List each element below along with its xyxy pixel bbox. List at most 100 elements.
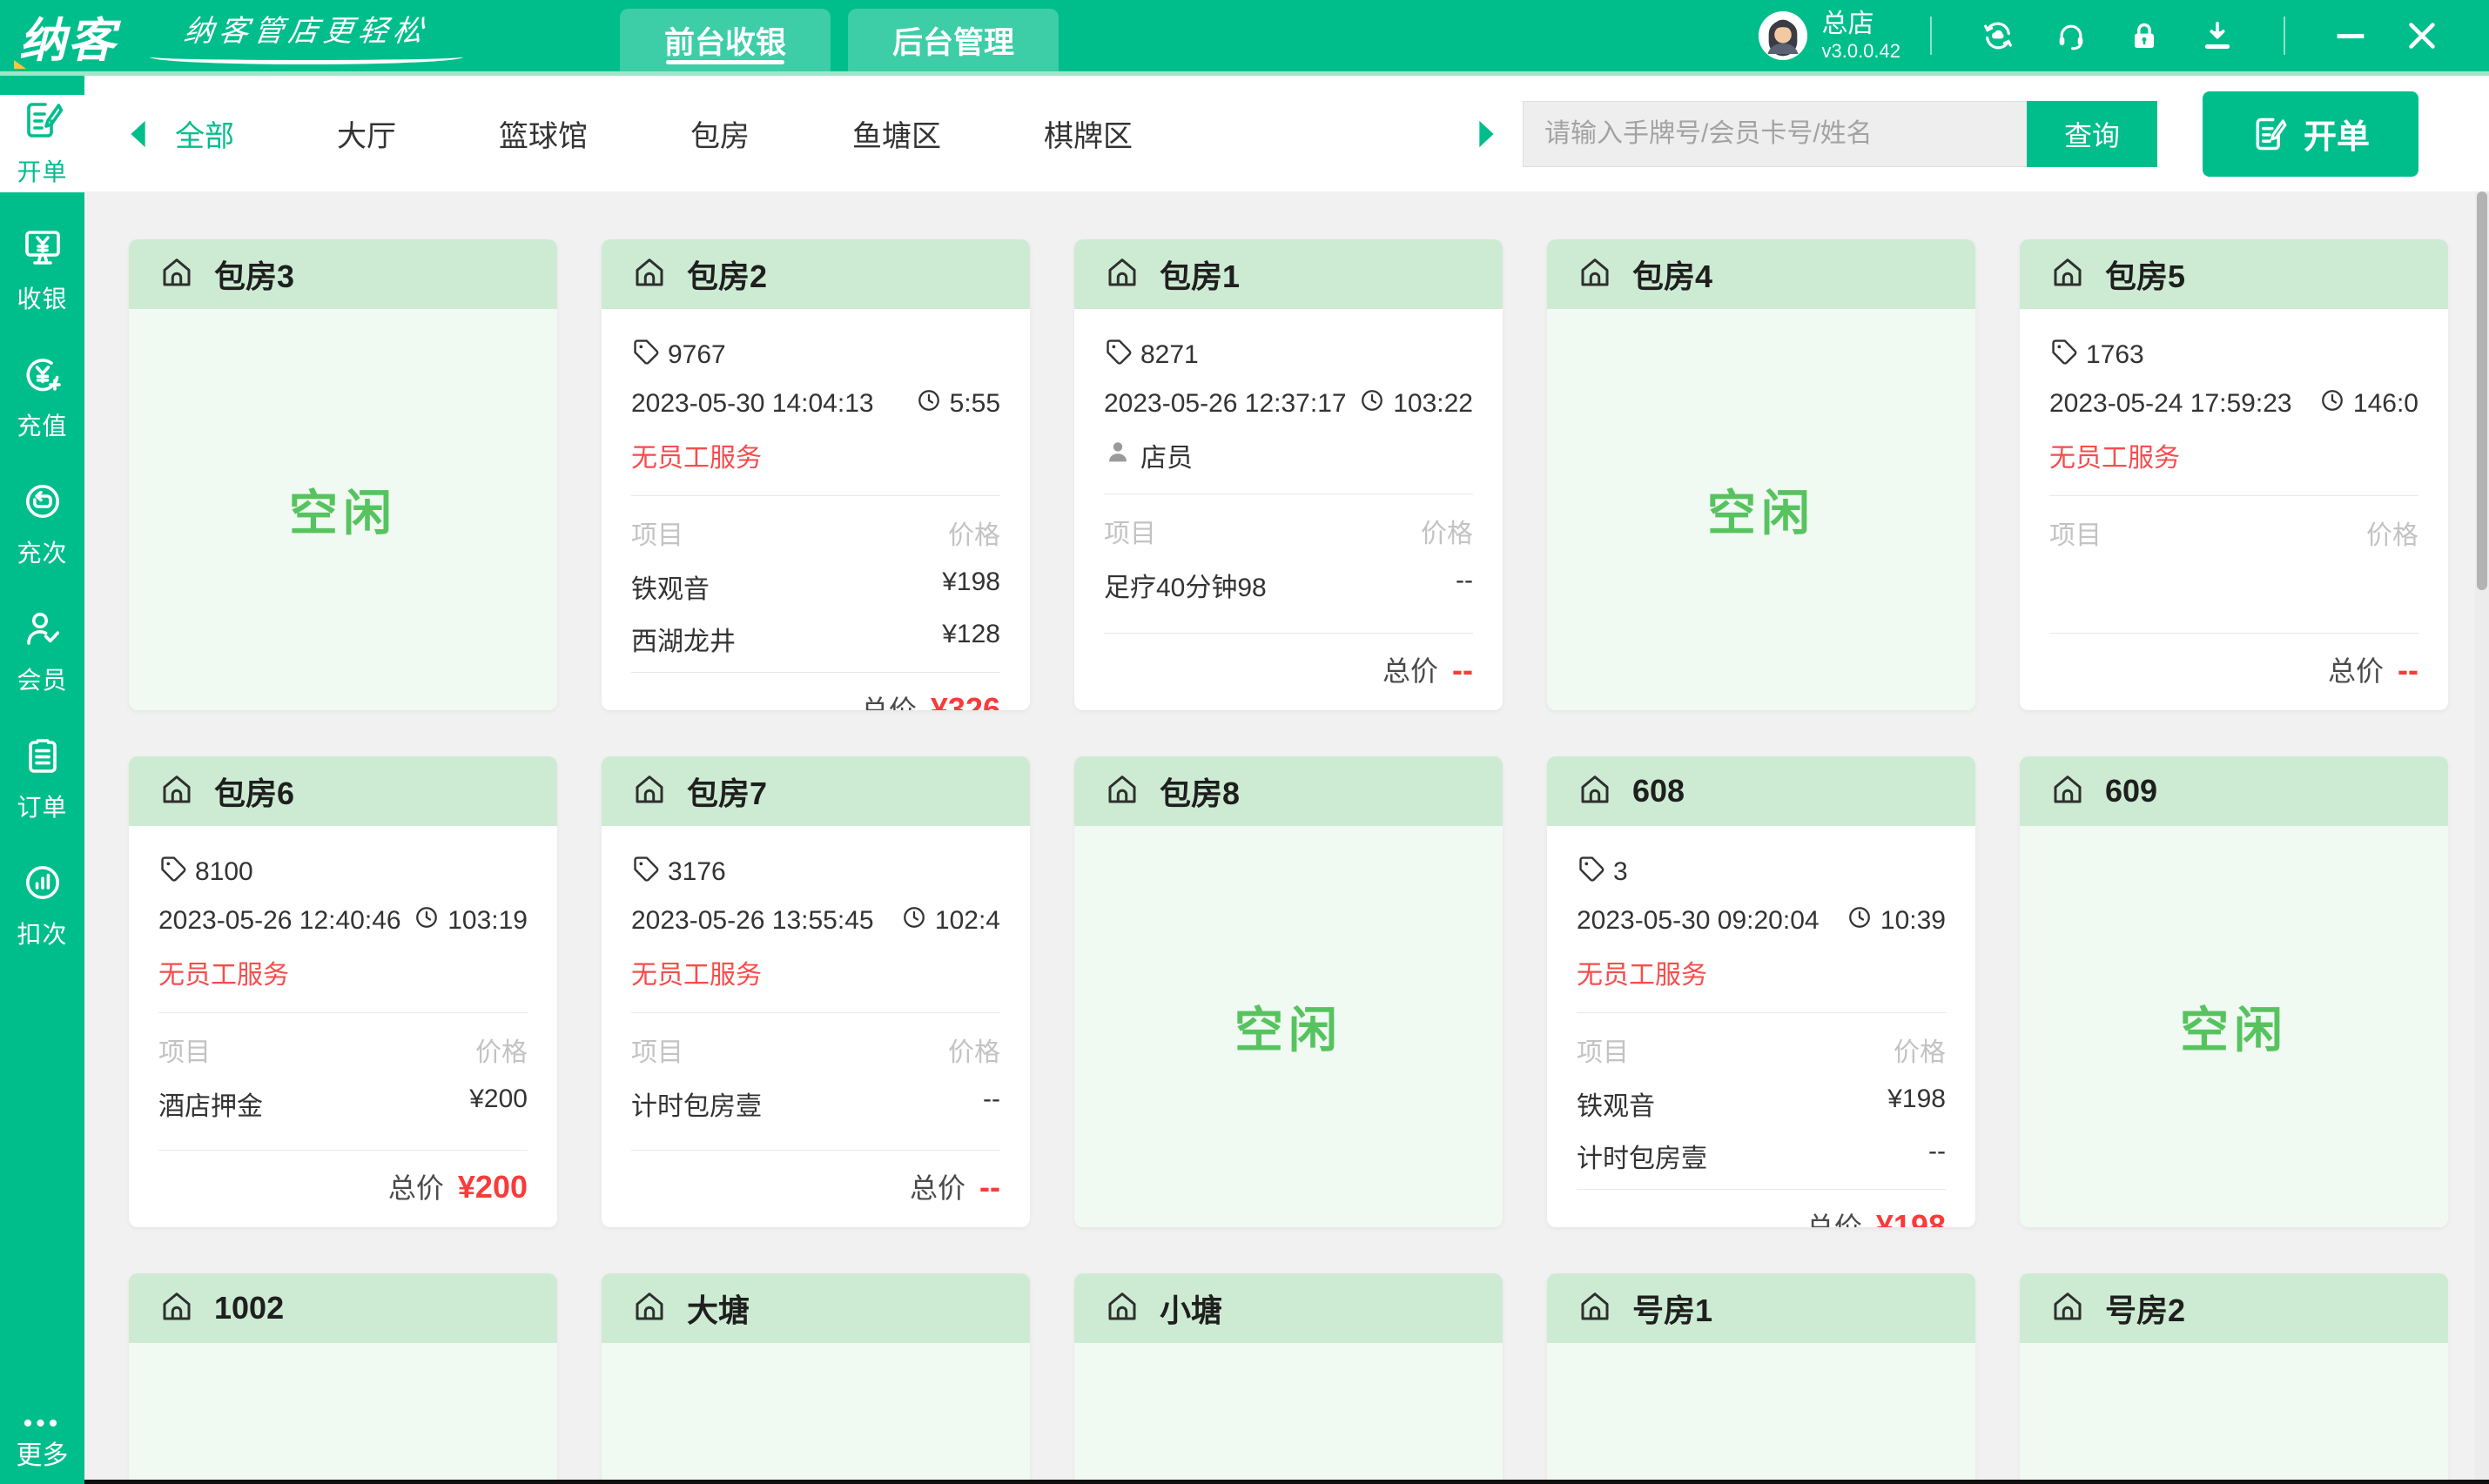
order-item-row: 计时包房壹 -- <box>1577 1137 1946 1175</box>
room-card-body: 空闲 <box>1074 826 1503 1227</box>
open-bill-button[interactable]: 开单 <box>2203 91 2418 177</box>
sidebar-item-deduct-times[interactable]: 扣次 <box>0 857 84 955</box>
room-name: 608 <box>1632 773 1685 809</box>
total-label: 总价 <box>388 1166 444 1206</box>
room-card[interactable]: 号房2空闲 <box>2020 1273 2448 1484</box>
room-card[interactable]: 大塘空闲 <box>602 1273 1030 1484</box>
room-card[interactable]: 609空闲 <box>2020 756 2448 1227</box>
room-card-footer: 总价 -- <box>2049 633 2418 689</box>
category-tab[interactable]: 全部 <box>175 112 234 155</box>
category-tab[interactable]: 篮球馆 <box>499 112 588 155</box>
tab-back-office[interactable]: 后台管理 <box>848 9 1059 71</box>
item-price: ¥128 <box>942 620 1000 658</box>
room-card[interactable]: 608 3 2023-05-30 09:20:04 10:39无员工服务 项目 … <box>1547 756 1975 1227</box>
chevron-right-icon[interactable] <box>1472 115 1502 153</box>
room-card[interactable]: 包房4空闲 <box>1547 239 1975 710</box>
item-name: 西湖龙井 <box>631 620 736 658</box>
room-card[interactable]: 小塘空闲 <box>1074 1273 1503 1484</box>
open-time-row: 2023-05-30 14:04:13 5:55 <box>631 387 1000 420</box>
house-icon <box>2049 1288 2086 1329</box>
room-card[interactable]: 包房6 8100 2023-05-26 12:40:46 103:19无员工服务… <box>129 756 557 1227</box>
house-icon <box>631 1288 668 1329</box>
hand-tag-number: 8271 <box>1140 340 1199 370</box>
room-name: 包房4 <box>1632 252 1712 297</box>
room-card-body: 空闲 <box>1547 1343 1975 1484</box>
no-staff-notice: 无员工服务 <box>631 953 1000 991</box>
search-input[interactable] <box>1523 101 2027 167</box>
lock-icon[interactable] <box>2125 17 2163 55</box>
room-card-body: 空闲 <box>129 309 557 710</box>
sidebar-item-recharge[interactable]: 充值 <box>0 349 84 447</box>
room-name: 包房8 <box>1160 769 1240 814</box>
customer-service-icon[interactable] <box>2052 17 2090 55</box>
room-card[interactable]: 包房7 3176 2023-05-26 13:55:45 102:4无员工服务 … <box>602 756 1030 1227</box>
elapsed-duration: 146:0 <box>2319 387 2418 420</box>
room-card[interactable]: 号房1空闲 <box>1547 1273 1975 1484</box>
total-value: ¥200 <box>458 1169 528 1205</box>
category-tab[interactable]: 鱼塘区 <box>852 112 941 155</box>
room-card-header: 包房2 <box>602 239 1030 309</box>
close-button[interactable] <box>2402 16 2442 56</box>
scrollbar-thumb[interactable] <box>2477 191 2487 590</box>
room-card[interactable]: 包房1 8271 2023-05-26 12:37:17 103:22 店员 项… <box>1074 239 1503 710</box>
item-name: 计时包房壹 <box>631 1084 762 1123</box>
sidebar-item-bill[interactable]: 开单 <box>0 95 84 192</box>
sidebar-item-cashier[interactable]: 收银 <box>0 222 84 319</box>
cashier-icon <box>22 226 64 272</box>
room-card-header: 小塘 <box>1074 1273 1503 1343</box>
category-tab[interactable]: 大厅 <box>337 112 396 155</box>
total-label: 总价 <box>910 1166 965 1206</box>
titlebar-right: 总店 v3.0.0.42 <box>1759 0 2489 71</box>
item-name: 计时包房壹 <box>1577 1137 1707 1175</box>
room-card[interactable]: 包房3空闲 <box>129 239 557 710</box>
search-button[interactable]: 查询 <box>2027 101 2157 167</box>
clock-icon <box>414 904 440 937</box>
divider <box>2049 633 2418 634</box>
tab-front-desk[interactable]: 前台收银 <box>620 9 831 71</box>
room-name: 1002 <box>214 1290 284 1326</box>
minimize-button[interactable] <box>2331 16 2371 56</box>
item-price: -- <box>1928 1137 1946 1175</box>
chevron-left-icon[interactable] <box>123 115 152 153</box>
room-card[interactable]: 1002空闲 <box>129 1273 557 1484</box>
tab-label: 前台收银 <box>664 18 786 63</box>
sidebar-item-label: 扣次 <box>17 916 67 950</box>
sidebar-item-more[interactable]: ••• 更多 <box>0 1416 84 1472</box>
room-card[interactable]: 包房5 1763 2023-05-24 17:59:23 146:0无员工服务 … <box>2020 239 2448 710</box>
sync-icon[interactable] <box>1979 17 2017 55</box>
room-card[interactable]: 包房2 9767 2023-05-30 14:04:13 5:55无员工服务 项… <box>602 239 1030 710</box>
total-label: 总价 <box>1806 1205 1862 1227</box>
open-bill-label: 开单 <box>2304 110 2370 158</box>
room-name: 大塘 <box>687 1286 750 1331</box>
scrollbar-track[interactable] <box>2475 191 2489 1484</box>
divider <box>1104 633 1473 634</box>
hand-tag-row: 3 <box>1577 854 1946 890</box>
room-name: 包房6 <box>214 769 294 814</box>
item-price: -- <box>983 1084 1000 1123</box>
open-time-row: 2023-05-26 12:37:17 103:22 <box>1104 387 1473 420</box>
sidebar-item-recharge-times[interactable]: 充次 <box>0 476 84 574</box>
category-tab[interactable]: 包房 <box>690 112 750 155</box>
staff-name: 店员 <box>1140 436 1193 474</box>
order-item-row: 酒店押金 ¥200 <box>158 1084 528 1123</box>
app-logo: 纳客 <box>19 2 117 71</box>
person-icon <box>1104 438 1132 473</box>
house-icon <box>158 771 195 812</box>
sidebar: 开单收银充值充次会员订单扣次 ••• 更多 <box>0 76 84 1484</box>
elapsed-duration: 10:39 <box>1847 904 1946 937</box>
sidebar-item-label: 更多 <box>17 1434 69 1472</box>
idle-status: 空闲 <box>1234 991 1342 1062</box>
sidebar-item-label: 开单 <box>17 153 67 188</box>
download-icon[interactable] <box>2198 17 2237 55</box>
room-card[interactable]: 包房8 空闲 <box>1074 756 1503 1227</box>
divider <box>158 1012 528 1013</box>
clock-icon <box>2319 387 2345 420</box>
item-columns-header: 项目 价格 <box>1104 512 1473 550</box>
sidebar-item-orders[interactable]: 订单 <box>0 730 84 828</box>
room-card-header: 包房3 <box>129 239 557 309</box>
sidebar-item-member[interactable]: 会员 <box>0 603 84 701</box>
staff-row: 店员 <box>1104 436 1473 474</box>
category-tab[interactable]: 棋牌区 <box>1044 112 1133 155</box>
room-card-body: 空闲 <box>1074 1343 1503 1484</box>
avatar[interactable] <box>1759 11 1807 60</box>
